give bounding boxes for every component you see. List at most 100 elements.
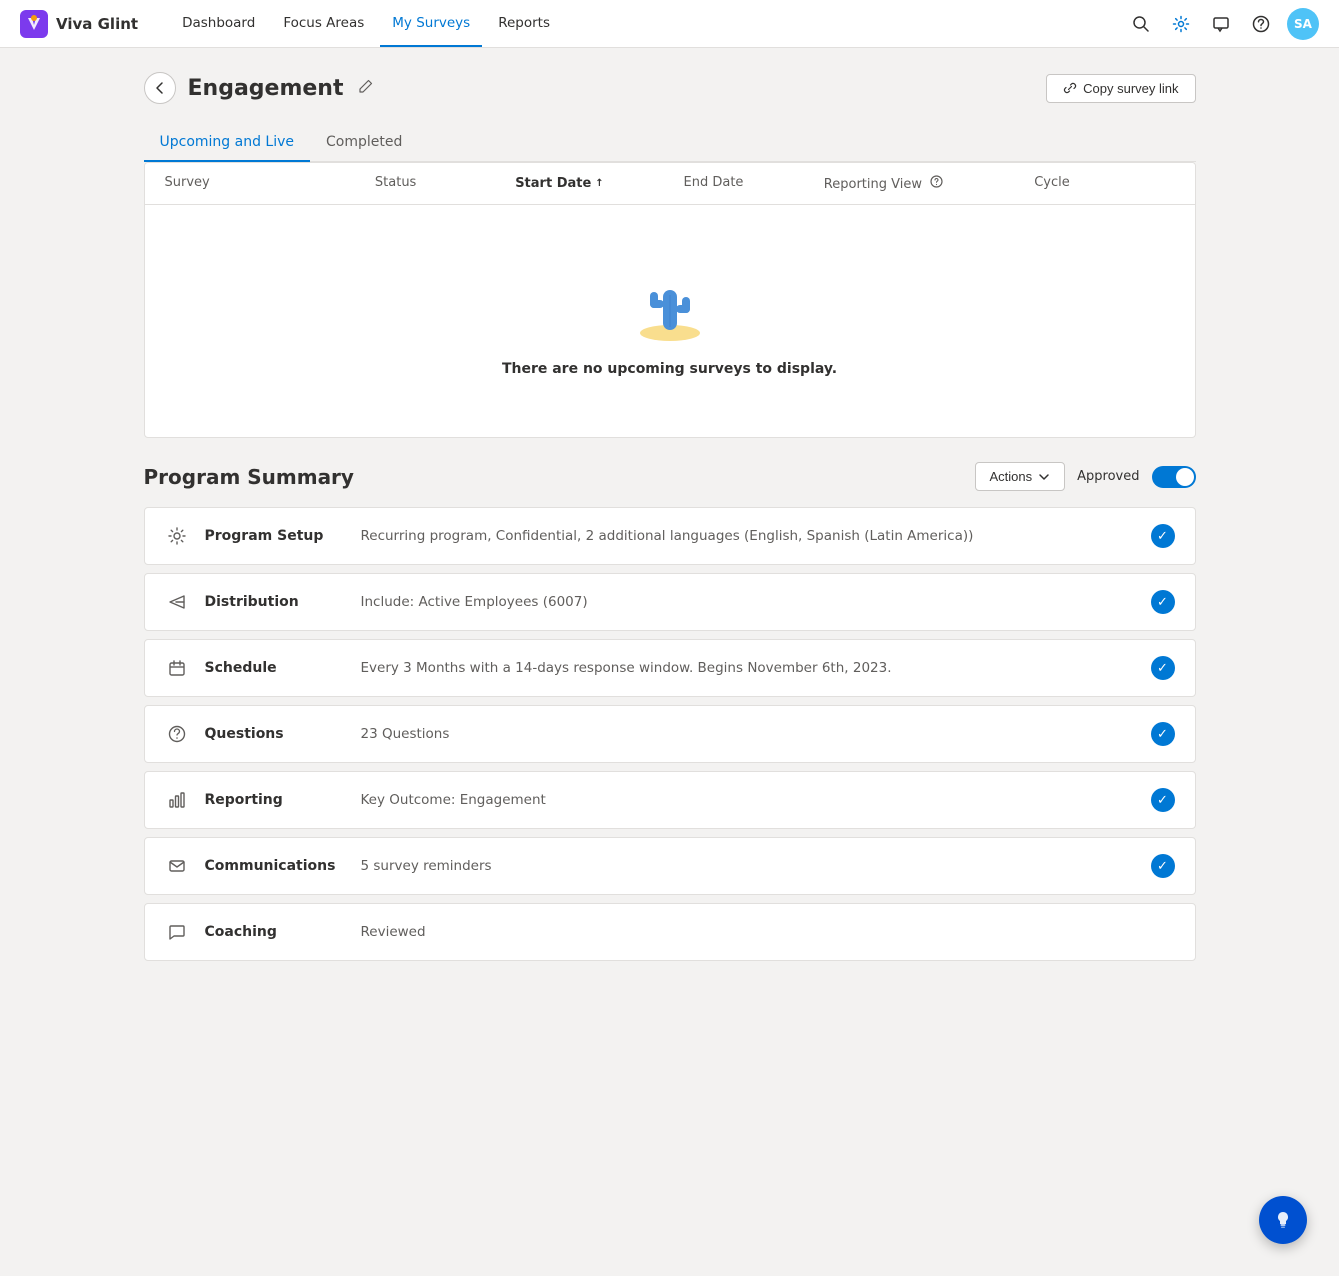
schedule-label: Schedule [205, 660, 345, 676]
summary-item-schedule[interactable]: Schedule Every 3 Months with a 14-days r… [144, 639, 1196, 697]
summary-item-program-setup[interactable]: Program Setup Recurring program, Confide… [144, 507, 1196, 565]
back-button[interactable] [144, 72, 176, 104]
logo[interactable]: Viva Glint [20, 10, 138, 38]
page-header: Engagement Copy survey link [144, 72, 1196, 104]
reporting-label: Reporting [205, 792, 345, 808]
distribution-label: Distribution [205, 594, 345, 610]
schedule-icon [165, 656, 189, 680]
tab-upcoming-live[interactable]: Upcoming and Live [144, 124, 311, 162]
schedule-check: ✓ [1151, 656, 1175, 680]
nav-links: Dashboard Focus Areas My Surveys Reports [170, 1, 1123, 47]
coaching-icon [165, 920, 189, 944]
lightbulb-icon [1272, 1209, 1294, 1231]
question-circle-icon [167, 724, 187, 744]
calendar-icon [167, 658, 187, 678]
help-button[interactable] [1243, 6, 1279, 42]
summary-item-reporting[interactable]: Reporting Key Outcome: Engagement ✓ [144, 771, 1196, 829]
nav-actions: SA [1123, 6, 1319, 42]
empty-state-illustration [620, 265, 720, 345]
actions-button[interactable]: Actions [975, 462, 1066, 491]
edit-title-icon[interactable] [355, 75, 377, 101]
survey-tabs: Upcoming and Live Completed [144, 124, 1196, 162]
communications-icon [165, 854, 189, 878]
questions-label: Questions [205, 726, 345, 742]
col-cycle: Cycle [1034, 175, 1174, 192]
help-circle-icon [930, 175, 943, 188]
help-icon [1252, 15, 1270, 33]
toggle-thumb [1176, 468, 1194, 486]
search-icon [1132, 15, 1150, 33]
back-arrow-icon [153, 81, 167, 95]
col-start-date-label: Start Date [515, 176, 591, 191]
copy-survey-label: Copy survey link [1083, 81, 1178, 96]
communications-label: Communications [205, 858, 345, 874]
summary-items-list: Program Setup Recurring program, Confide… [144, 507, 1196, 969]
approved-toggle[interactable] [1152, 466, 1196, 488]
bar-chart-icon [167, 790, 187, 810]
envelope-icon [167, 856, 187, 876]
reporting-help-icon[interactable] [930, 177, 943, 192]
program-summary-section: Program Summary Actions Approved Program… [144, 462, 1196, 969]
logo-text: Viva Glint [56, 15, 138, 33]
chevron-down-icon [1038, 471, 1050, 483]
actions-label: Actions [990, 469, 1033, 484]
program-setup-icon [165, 524, 189, 548]
summary-item-coaching[interactable]: Coaching Reviewed [144, 903, 1196, 961]
questions-icon [165, 722, 189, 746]
nav-link-focus-areas[interactable]: Focus Areas [271, 1, 376, 47]
summary-item-questions[interactable]: Questions 23 Questions ✓ [144, 705, 1196, 763]
link-icon [1063, 81, 1077, 95]
col-status: Status [375, 175, 515, 192]
coaching-label: Coaching [205, 924, 345, 940]
coaching-desc: Reviewed [361, 924, 1175, 940]
settings-button[interactable] [1163, 6, 1199, 42]
col-end-date: End Date [684, 175, 824, 192]
questions-check: ✓ [1151, 722, 1175, 746]
distribution-desc: Include: Active Employees (6007) [361, 594, 1135, 610]
summary-item-distribution[interactable]: Distribution Include: Active Employees (… [144, 573, 1196, 631]
messages-button[interactable] [1203, 6, 1239, 42]
send-icon [167, 592, 187, 612]
schedule-desc: Every 3 Months with a 14-days response w… [361, 660, 1135, 676]
distribution-check: ✓ [1151, 590, 1175, 614]
questions-desc: 23 Questions [361, 726, 1135, 742]
empty-state: There are no upcoming surveys to display… [145, 205, 1195, 437]
reporting-check: ✓ [1151, 788, 1175, 812]
reporting-icon [165, 788, 189, 812]
nav-link-my-surveys[interactable]: My Surveys [380, 1, 482, 47]
message-icon [1212, 15, 1230, 33]
search-button[interactable] [1123, 6, 1159, 42]
summary-item-communications[interactable]: Communications 5 survey reminders ✓ [144, 837, 1196, 895]
program-setup-label: Program Setup [205, 528, 345, 544]
col-reporting-view: Reporting View [824, 175, 1034, 192]
communications-desc: 5 survey reminders [361, 858, 1135, 874]
program-setup-desc: Recurring program, Confidential, 2 addit… [361, 528, 1135, 544]
communications-check: ✓ [1151, 854, 1175, 878]
pencil-icon [359, 79, 373, 93]
fab-button[interactable] [1259, 1196, 1307, 1244]
gear-settings-icon [167, 526, 187, 546]
reporting-desc: Key Outcome: Engagement [361, 792, 1135, 808]
copy-survey-button[interactable]: Copy survey link [1046, 74, 1195, 103]
main-content: Engagement Copy survey link Upcoming and… [120, 48, 1220, 993]
nav-link-reports[interactable]: Reports [486, 1, 562, 47]
table-header: Survey Status Start Date ↑ End Date Repo… [145, 163, 1195, 205]
top-navigation: Viva Glint Dashboard Focus Areas My Surv… [0, 0, 1339, 48]
page-title: Engagement [188, 76, 344, 101]
tab-completed[interactable]: Completed [310, 124, 418, 162]
col-start-date[interactable]: Start Date ↑ [515, 175, 683, 192]
empty-state-message: There are no upcoming surveys to display… [502, 361, 837, 377]
col-survey: Survey [165, 175, 375, 192]
gear-icon [1172, 15, 1190, 33]
program-summary-title: Program Summary [144, 465, 354, 489]
user-avatar[interactable]: SA [1287, 8, 1319, 40]
nav-link-dashboard[interactable]: Dashboard [170, 1, 267, 47]
distribution-icon [165, 590, 189, 614]
col-reporting-label: Reporting View [824, 177, 922, 192]
survey-table-section: Survey Status Start Date ↑ End Date Repo… [144, 162, 1196, 438]
viva-glint-logo-icon [20, 10, 48, 38]
chat-icon [167, 922, 187, 942]
sort-asc-icon: ↑ [595, 178, 603, 189]
program-setup-check: ✓ [1151, 524, 1175, 548]
approved-label: Approved [1077, 469, 1139, 484]
